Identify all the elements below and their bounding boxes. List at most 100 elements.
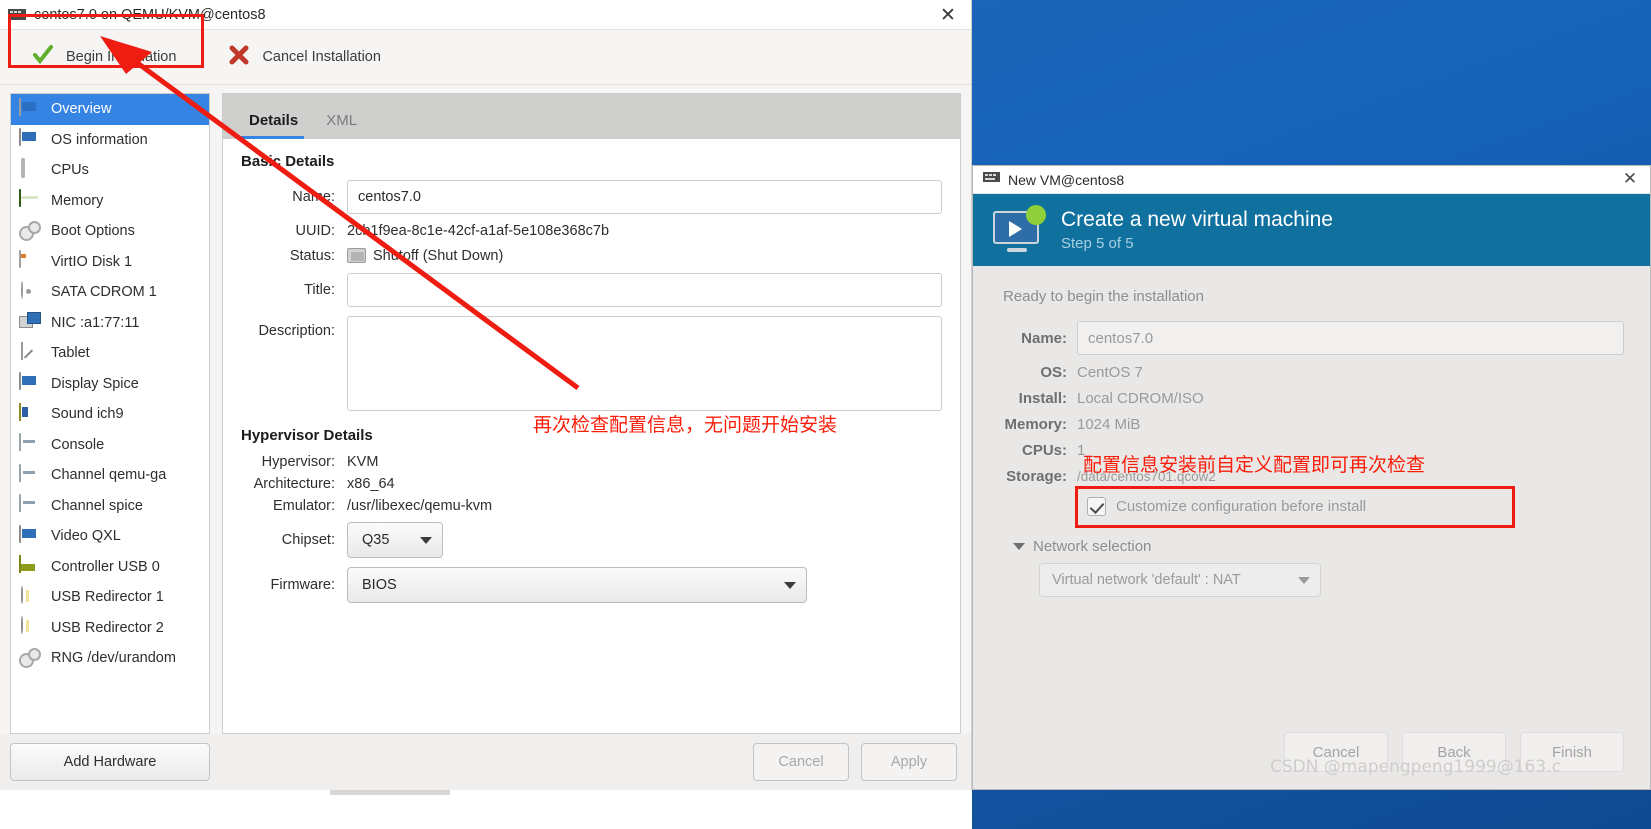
status-value: Shutoff (Shut Down) <box>373 248 504 264</box>
network-value: Virtual network 'default' : NAT <box>1052 572 1241 588</box>
firmware-select[interactable]: BIOS <box>347 567 807 603</box>
tab-details[interactable]: Details <box>237 112 314 139</box>
hw-item-rng[interactable]: RNG /dev/urandom <box>11 643 209 674</box>
chipset-select[interactable]: Q35 <box>347 522 443 558</box>
hw-item-usb-redirector-2[interactable]: USB Redirector 2 <box>11 613 209 644</box>
new-vm-footer: Cancel Back Finish <box>973 715 1650 789</box>
summary-name-label: Name: <box>1021 329 1067 347</box>
basic-details-heading: Basic Details <box>241 153 335 170</box>
hw-item-tablet[interactable]: Tablet <box>11 338 209 369</box>
title-label: Title: <box>304 282 335 298</box>
sound-icon <box>19 402 41 425</box>
description-row: Description: <box>237 316 942 411</box>
usb-redirector-icon <box>19 585 41 608</box>
hw-item-console[interactable]: Console <box>11 430 209 461</box>
hw-item-label: Memory <box>51 192 104 209</box>
hw-item-overview[interactable]: Overview <box>11 94 209 125</box>
apply-button[interactable]: Apply <box>861 743 957 781</box>
architecture-row: Architecture: x86_64 <box>237 476 942 492</box>
name-row: Name: <box>237 180 942 214</box>
summary-os-value: CentOS 7 <box>1077 364 1143 381</box>
network-select[interactable]: Virtual network 'default' : NAT <box>1039 563 1321 597</box>
cancel-button[interactable]: Cancel <box>753 743 849 781</box>
bottom-strip-nub <box>330 790 450 795</box>
gears-icon <box>19 648 41 669</box>
nic-icon <box>19 312 41 333</box>
title-input[interactable] <box>347 273 942 307</box>
summary-memory-row: Memory: 1024 MiB <box>999 416 1624 433</box>
hw-item-controller-usb-0[interactable]: Controller USB 0 <box>11 552 209 583</box>
cancel-installation-button[interactable]: Cancel Installation <box>214 36 395 78</box>
vm-footer: Add Hardware Cancel Apply <box>0 734 971 790</box>
new-vm-header-title: Create a new virtual machine <box>1061 208 1333 231</box>
bottom-strip <box>0 790 972 829</box>
tab-xml[interactable]: XML <box>314 112 373 139</box>
summary-install-row: Install: Local CDROM/ISO <box>999 390 1624 407</box>
hw-item-usb-redirector-1[interactable]: USB Redirector 1 <box>11 582 209 613</box>
uuid-label: UUID: <box>295 223 335 239</box>
hw-item-boot-options[interactable]: Boot Options <box>11 216 209 247</box>
console-icon <box>19 433 41 455</box>
vm-details-window: centos7.0 on QEMU/KVM@centos8 ✕ Begin In… <box>0 0 972 790</box>
summary-os-label: OS: <box>1040 364 1067 381</box>
disk-icon <box>19 250 41 272</box>
cdrom-icon <box>19 280 41 303</box>
hw-item-channel-qemu-ga[interactable]: Channel qemu-ga <box>11 460 209 491</box>
wizard-finish-button[interactable]: Finish <box>1520 732 1624 772</box>
hypervisor-value: KVM <box>347 454 379 470</box>
customize-config-checkbox[interactable] <box>1087 497 1106 516</box>
title-row: Title: <box>237 273 942 307</box>
annotation-right-note: 配置信息安装前自定义配置即可再次检查 <box>1083 454 1426 476</box>
hw-item-memory[interactable]: Memory <box>11 186 209 217</box>
hw-item-label: OS information <box>51 131 148 148</box>
add-hardware-button[interactable]: Add Hardware <box>10 743 210 781</box>
new-vm-header-texts: Create a new virtual machine Step 5 of 5 <box>1061 208 1333 252</box>
status-label: Status: <box>289 248 335 264</box>
hw-item-sound-ich9[interactable]: Sound ich9 <box>11 399 209 430</box>
tablet-icon <box>19 341 41 364</box>
close-icon[interactable]: ✕ <box>1620 169 1640 190</box>
ready-text: Ready to begin the installation <box>1003 288 1204 305</box>
hw-item-label: Channel qemu-ga <box>51 467 167 484</box>
hw-item-video-qxl[interactable]: Video QXL <box>11 521 209 552</box>
close-icon[interactable]: ✕ <box>937 4 959 26</box>
chevron-down-icon <box>420 536 432 544</box>
console-icon <box>19 494 41 516</box>
hw-item-sata-cdrom-1[interactable]: SATA CDROM 1 <box>11 277 209 308</box>
annotation-left-note: 再次检查配置信息，无问题开始安装 <box>533 414 838 436</box>
hw-item-os-information[interactable]: OS information <box>11 125 209 156</box>
chevron-down-icon <box>784 581 796 589</box>
summary-memory-label: Memory: <box>1004 416 1067 433</box>
hardware-list[interactable]: Overview OS information CPUs Memory Boot… <box>10 93 210 734</box>
hw-item-label: Console <box>51 436 105 453</box>
hw-item-display-spice[interactable]: Display Spice <box>11 369 209 400</box>
name-input[interactable] <box>347 180 942 214</box>
hw-item-virtio-disk-1[interactable]: VirtIO Disk 1 <box>11 247 209 278</box>
new-vm-icon <box>991 205 1046 253</box>
red-x-icon <box>228 44 250 70</box>
hw-item-channel-spice[interactable]: Channel spice <box>11 491 209 522</box>
hw-item-label: RNG /dev/urandom <box>51 650 176 667</box>
summary-name-input[interactable] <box>1077 321 1624 355</box>
wizard-back-button[interactable]: Back <box>1402 732 1506 772</box>
wizard-cancel-button[interactable]: Cancel <box>1284 732 1388 772</box>
gears-icon <box>19 221 41 242</box>
hw-item-label: VirtIO Disk 1 <box>51 253 133 270</box>
begin-installation-button[interactable]: Begin Installation <box>18 36 190 78</box>
description-label: Description: <box>258 323 335 339</box>
begin-installation-label: Begin Installation <box>66 49 177 65</box>
customize-config-label: Customize configuration before install <box>1116 498 1367 515</box>
vm-icon <box>983 171 1000 189</box>
network-selection-toggle[interactable]: Network selection <box>1013 538 1624 555</box>
chevron-down-icon <box>1298 576 1310 584</box>
summary-cpus-label: CPUs: <box>1021 442 1067 459</box>
hw-item-nic[interactable]: NIC :a1:77:11 <box>11 308 209 339</box>
tab-bar: Details XML <box>223 94 960 139</box>
hw-item-label: Sound ich9 <box>51 406 124 423</box>
hypervisor-label: Hypervisor: <box>261 454 335 470</box>
chipset-value: Q35 <box>362 532 390 548</box>
hw-item-cpus[interactable]: CPUs <box>11 155 209 186</box>
new-vm-titlebar: New VM@centos8 ✕ <box>973 166 1650 194</box>
status-row: Status: Shutoff (Shut Down) <box>237 248 942 264</box>
description-textarea[interactable] <box>347 316 942 411</box>
